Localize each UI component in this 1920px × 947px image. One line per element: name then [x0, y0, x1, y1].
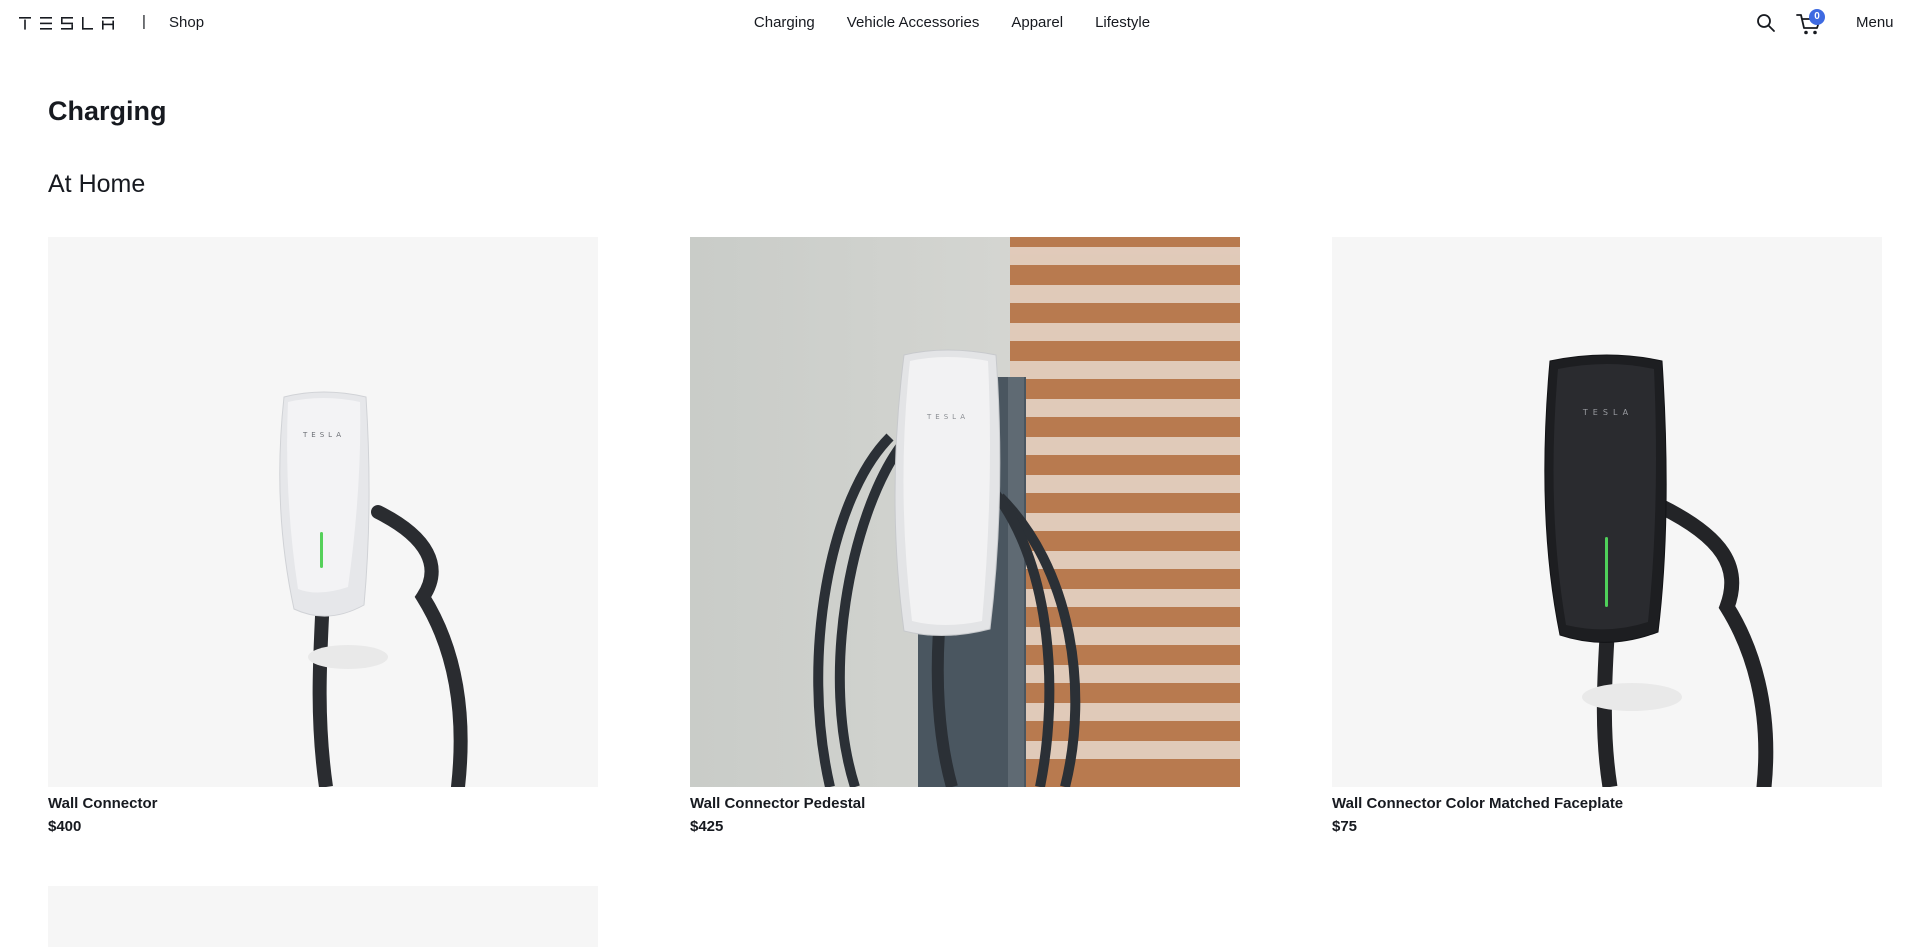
main-nav: Charging Vehicle Accessories Apparel Lif…: [0, 14, 1920, 32]
product-card[interactable]: TESLA Wall Connector $400: [48, 237, 598, 835]
product-card[interactable]: TESLA Wall Connector Color Matched Facep…: [1332, 237, 1882, 835]
svg-text:TESLA: TESLA: [1582, 408, 1633, 417]
svg-text:TESLA: TESLA: [302, 431, 345, 439]
nav-item-apparel[interactable]: Apparel: [995, 14, 1079, 31]
product-card[interactable]: TESLA Wall Connector Pedestal $425: [690, 237, 1240, 835]
site-header: | Shop Charging Vehicle Accessories Appa…: [0, 0, 1920, 48]
menu-button[interactable]: Menu: [1856, 14, 1894, 31]
product-name[interactable]: Wall Connector Color Matched Faceplate: [1332, 795, 1882, 812]
product-price: $425: [690, 818, 724, 835]
svg-text:TESLA: TESLA: [926, 413, 969, 421]
product-name[interactable]: Wall Connector: [48, 795, 598, 812]
nav-item-vehicle-accessories[interactable]: Vehicle Accessories: [831, 14, 996, 31]
product-image-black-wall-connector[interactable]: TESLA: [1332, 237, 1882, 787]
product-name[interactable]: Wall Connector Pedestal: [690, 795, 1240, 812]
cart-count-badge: 0: [1809, 9, 1825, 25]
product-price: $75: [1332, 818, 1358, 835]
product-image-wall-connector[interactable]: TESLA: [48, 237, 598, 787]
header-divider: |: [142, 13, 146, 30]
product-image-partial[interactable]: [48, 886, 598, 947]
section-title: At Home: [48, 170, 146, 198]
nav-item-lifestyle[interactable]: Lifestyle: [1079, 14, 1166, 31]
page-title: Charging: [48, 96, 167, 126]
search-icon[interactable]: [1756, 13, 1776, 33]
product-price: $400: [48, 818, 82, 835]
nav-item-charging[interactable]: Charging: [754, 14, 831, 31]
tesla-logo[interactable]: [19, 17, 119, 30]
product-image-wall-connector-pedestal[interactable]: TESLA: [690, 237, 1240, 787]
shop-link[interactable]: Shop: [169, 14, 204, 31]
